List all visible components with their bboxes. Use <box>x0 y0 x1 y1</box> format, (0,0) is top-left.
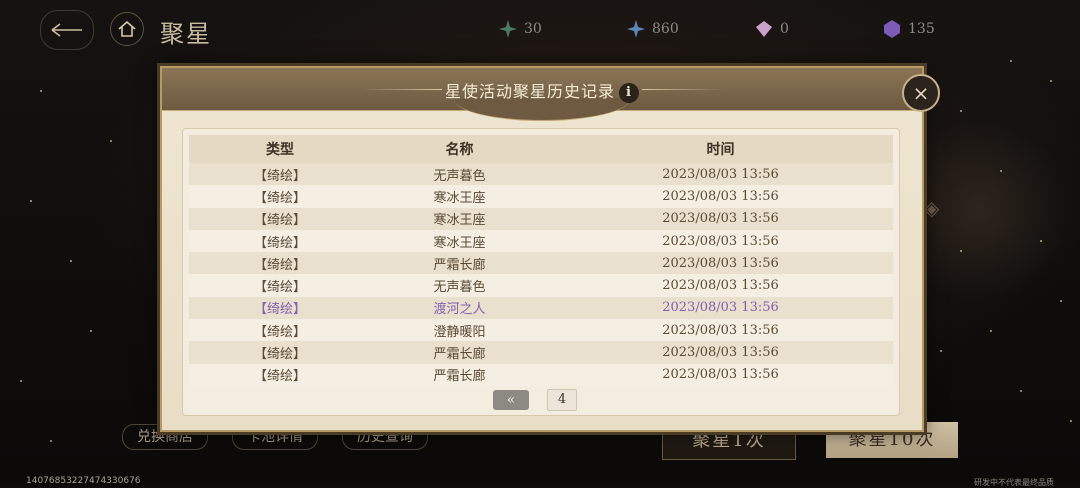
cell-type: 【绮绘】 <box>189 363 371 386</box>
cell-name: 渡河之人 <box>371 296 548 320</box>
cell-name: 严霜长廊 <box>371 252 548 275</box>
pagination: « 4 <box>493 389 577 411</box>
cell-type: 【绮绘】 <box>189 341 371 364</box>
history-table-panel: 类型 名称 时间 【绮绘】 无声暮色 2023/08/03 13:56 【绮绘】 寒冰王… <box>182 128 900 416</box>
table-row: 【绮绘】 渡河之人 2023/08/03 13:56 <box>189 296 893 320</box>
column-header-name: 名称 <box>371 135 548 163</box>
dev-disclaimer: 研发中不代表最终品质 <box>974 478 1054 487</box>
star-dot <box>30 200 32 202</box>
cell-name: 寒冰王座 <box>371 185 548 208</box>
resource-purple-gem: 135 <box>882 18 935 40</box>
cell-time: 2023/08/03 13:56 <box>548 163 893 186</box>
resource-value: 0 <box>780 21 789 37</box>
star-dot <box>90 330 92 332</box>
star-dot <box>1060 300 1062 302</box>
cell-name: 无声暮色 <box>371 163 548 186</box>
resource-prism-gem: 0 <box>754 18 789 40</box>
cell-name: 严霜长廊 <box>371 363 548 386</box>
history-modal: 星使活动聚星历史记录 i × 类型 名称 时间 【绮绘】 无声暮色 2023/08/0… <box>160 66 940 432</box>
home-button[interactable] <box>110 12 144 46</box>
table-row: 【绮绘】 澄静暖阳 2023/08/03 13:56 <box>189 319 893 342</box>
star-dot <box>940 350 942 352</box>
cell-type: 【绮绘】 <box>189 319 371 342</box>
star-dot <box>1010 60 1012 62</box>
home-icon <box>118 21 136 37</box>
cell-time: 2023/08/03 13:56 <box>548 296 893 320</box>
resource-value: 135 <box>908 21 935 37</box>
star-dot <box>1000 170 1002 172</box>
resource-star-crystal: 860 <box>626 18 679 40</box>
close-button[interactable]: × <box>902 74 940 112</box>
back-button[interactable] <box>40 10 94 50</box>
table-row: 【绮绘】 寒冰王座 2023/08/03 13:56 <box>189 229 893 253</box>
page-title: 聚星 <box>160 20 212 48</box>
modal-title-row: 星使活动聚星历史记录 i <box>162 78 922 103</box>
table-row: 【绮绘】 严霜长廊 2023/08/03 13:56 <box>189 363 893 386</box>
cell-time: 2023/08/03 13:56 <box>548 252 893 275</box>
cell-type: 【绮绘】 <box>189 296 371 320</box>
table-row: 【绮绘】 无声暮色 2023/08/03 13:56 <box>189 274 893 297</box>
star-crystal-icon <box>627 20 645 38</box>
top-bar: 聚星 30 860 0 135 <box>0 0 1080 58</box>
star-dot <box>1070 420 1072 422</box>
column-header-type: 类型 <box>189 135 371 163</box>
resource-star-shard: 30 <box>498 18 542 40</box>
history-table: 类型 名称 时间 【绮绘】 无声暮色 2023/08/03 13:56 【绮绘】 寒冰王… <box>189 135 893 386</box>
star-dot <box>1050 80 1052 82</box>
table-row: 【绮绘】 严霜长廊 2023/08/03 13:56 <box>189 252 893 275</box>
cell-time: 2023/08/03 13:56 <box>548 319 893 342</box>
star-dot <box>1020 390 1022 392</box>
modal-title: 星使活动聚星历史记录 <box>444 82 615 101</box>
cell-type: 【绮绘】 <box>189 207 371 230</box>
column-header-time: 时间 <box>548 135 893 163</box>
cell-type: 【绮绘】 <box>189 185 371 208</box>
cell-type: 【绮绘】 <box>189 163 371 186</box>
cell-name: 澄静暖阳 <box>371 319 548 342</box>
prev-page-button[interactable]: « <box>493 390 529 410</box>
cell-time: 2023/08/03 13:56 <box>548 229 893 253</box>
cell-name: 严霜长廊 <box>371 341 548 364</box>
cell-type: 【绮绘】 <box>189 252 371 275</box>
table-row: 【绮绘】 严霜长廊 2023/08/03 13:56 <box>189 341 893 364</box>
cell-time: 2023/08/03 13:56 <box>548 274 893 297</box>
double-chevron-left-icon: « <box>506 392 516 408</box>
page-number: 4 <box>547 389 577 411</box>
info-icon[interactable]: i <box>619 82 639 103</box>
cell-time: 2023/08/03 13:56 <box>548 363 893 386</box>
cell-type: 【绮绘】 <box>189 274 371 297</box>
cell-name: 寒冰王座 <box>371 207 548 230</box>
star-dot <box>20 380 22 382</box>
star-dot <box>40 90 42 92</box>
cell-type: 【绮绘】 <box>189 229 371 253</box>
purple-gem-icon <box>884 20 900 38</box>
star-dot <box>110 140 112 142</box>
table-row: 【绮绘】 寒冰王座 2023/08/03 13:56 <box>189 185 893 208</box>
table-row: 【绮绘】 无声暮色 2023/08/03 13:56 <box>189 163 893 186</box>
close-icon: × <box>912 81 930 105</box>
cell-time: 2023/08/03 13:56 <box>548 207 893 230</box>
star-dot <box>960 110 962 112</box>
table-header-row: 类型 名称 时间 <box>189 135 893 163</box>
star-dot <box>70 260 72 262</box>
star-shard-icon <box>499 20 517 38</box>
cell-time: 2023/08/03 13:56 <box>548 185 893 208</box>
resource-value: 860 <box>652 21 679 37</box>
side-diamond-icon: ◈ <box>924 196 940 220</box>
cell-name: 寒冰王座 <box>371 229 548 253</box>
table-row: 【绮绘】 寒冰王座 2023/08/03 13:56 <box>189 207 893 230</box>
user-id: 14076853227474330676 <box>26 476 141 486</box>
prism-gem-icon <box>756 21 772 37</box>
resource-value: 30 <box>524 21 542 37</box>
cell-time: 2023/08/03 13:56 <box>548 341 893 364</box>
star-dot <box>50 440 52 442</box>
back-arrow-icon <box>51 23 82 37</box>
cell-name: 无声暮色 <box>371 274 548 297</box>
star-dot <box>960 250 962 252</box>
star-dot <box>1040 240 1042 242</box>
star-dot <box>990 330 992 332</box>
